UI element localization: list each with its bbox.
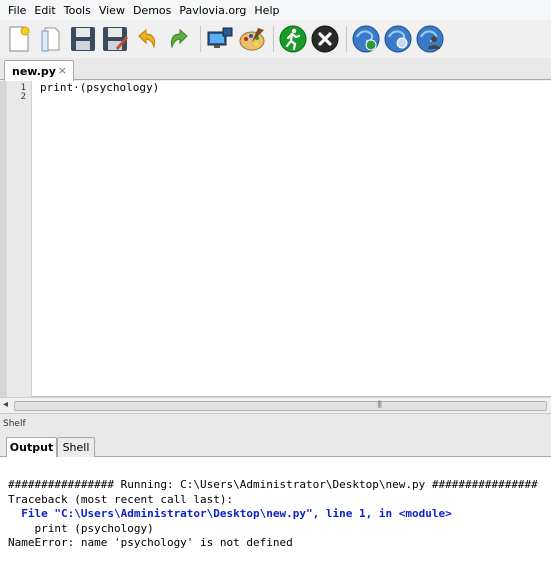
line-number: 2 — [20, 92, 26, 102]
stop-icon[interactable] — [310, 24, 340, 54]
save-as-icon[interactable] — [100, 24, 130, 54]
menu-bar: File Edit Tools View Demos Pavlovia.org … — [0, 0, 551, 20]
output-panel[interactable]: ################ Running: C:\Users\Admin… — [0, 457, 551, 584]
color-picker-icon[interactable] — [237, 24, 267, 54]
output-line: Traceback (most recent call last): — [8, 492, 234, 506]
menu-demos[interactable]: Demos — [129, 4, 175, 17]
error-line: NameError: name 'psychology' is not defi… — [8, 536, 293, 549]
fold-margin — [0, 81, 7, 397]
editor-tab-bar: new.py × — [0, 58, 551, 81]
tab-new-py[interactable]: new.py × — [4, 60, 74, 81]
new-file-icon[interactable] — [4, 24, 34, 54]
output-line: ################ Running: C:\Users\Admin… — [8, 478, 538, 491]
close-icon[interactable]: × — [58, 64, 67, 77]
save-icon[interactable] — [68, 24, 98, 54]
output-line: print (psychology) — [8, 521, 154, 535]
shelf-label: Shelf — [0, 413, 551, 433]
output-tab-bar: Output Shell — [0, 433, 551, 457]
menu-view[interactable]: View — [95, 4, 129, 17]
run-icon[interactable] — [278, 24, 308, 54]
menu-file[interactable]: File — [4, 4, 30, 17]
toolbar-separator — [273, 26, 274, 52]
scrollbar-grip-icon: ||| — [377, 400, 382, 408]
pavlovia-sync-icon[interactable] — [351, 24, 381, 54]
menu-pavlovia[interactable]: Pavlovia.org — [175, 4, 250, 17]
toolbar-separator — [346, 26, 347, 52]
menu-tools[interactable]: Tools — [60, 4, 95, 17]
undo-icon[interactable] — [132, 24, 162, 54]
traceback-file-line: File "C:\Users\Administrator\Desktop\new… — [8, 507, 452, 520]
tab-label: new.py — [12, 64, 56, 78]
toolbar — [0, 20, 551, 58]
pavlovia-user-icon[interactable] — [415, 24, 445, 54]
menu-edit[interactable]: Edit — [30, 4, 59, 17]
redo-icon[interactable] — [164, 24, 194, 54]
menu-help[interactable]: Help — [250, 4, 283, 17]
monitor-center-icon[interactable] — [205, 24, 235, 54]
code-line: print·(psychology) — [40, 81, 160, 94]
scrollbar-thumb[interactable] — [14, 401, 547, 411]
toolbar-separator — [200, 26, 201, 52]
horizontal-scrollbar[interactable]: ◂ ||| — [0, 397, 551, 413]
tab-output[interactable]: Output — [6, 437, 57, 457]
line-number-gutter: 1 2 — [7, 81, 32, 397]
code-text[interactable]: print·(psychology) — [40, 81, 159, 109]
pavlovia-search-icon[interactable] — [383, 24, 413, 54]
open-file-icon[interactable] — [36, 24, 66, 54]
scroll-left-icon[interactable]: ◂ — [3, 399, 8, 410]
code-editor[interactable]: 1 2 print·(psychology) — [0, 81, 551, 397]
tab-shell[interactable]: Shell — [57, 437, 95, 457]
